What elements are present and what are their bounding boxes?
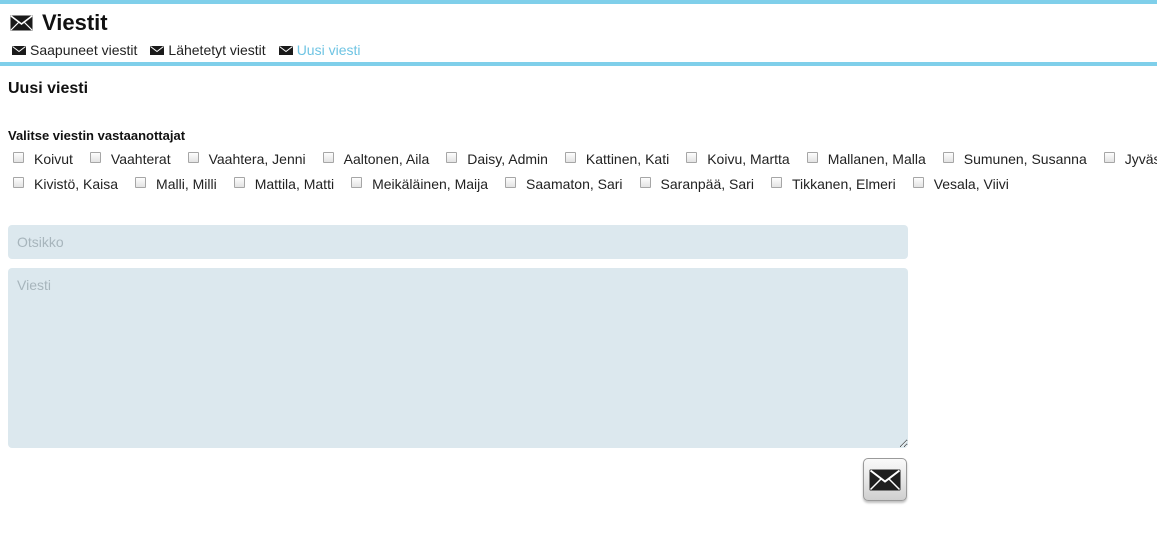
envelope-icon <box>278 45 293 55</box>
recipient-checkbox[interactable] <box>322 151 334 163</box>
nav-sent-label: Lähetetyt viestit <box>168 42 266 58</box>
recipient-name: Mallanen, Malla <box>827 150 926 167</box>
recipient-checkbox[interactable] <box>187 151 199 163</box>
recipient-name: Koivut <box>34 150 73 167</box>
recipient-name: Daisy, Admin <box>467 150 548 167</box>
recipient-option[interactable]: Sumunen, Susanna <box>942 150 1087 167</box>
page-header: Viestit Saapuneet viestit Lähetetyt vies… <box>0 4 1157 62</box>
recipient-checkbox[interactable] <box>89 151 101 163</box>
recipient-checkbox[interactable] <box>13 176 24 188</box>
recipient-option[interactable]: Koivu, Martta <box>686 150 790 167</box>
nav-new-message-link[interactable]: Uusi viesti <box>278 42 361 58</box>
recipient-name: Saamaton, Sari <box>526 175 623 192</box>
recipient-checkbox[interactable] <box>351 176 363 188</box>
recipient-name: Tikkanen, Elmeri <box>791 175 896 192</box>
recipient-checkbox[interactable] <box>770 176 782 188</box>
messages-nav: Saapuneet viestit Lähetetyt viestit Uusi… <box>12 42 373 58</box>
page-title: Viestit <box>42 10 108 35</box>
envelope-icon <box>10 15 33 31</box>
recipient-checkbox[interactable] <box>686 151 698 163</box>
recipient-option[interactable]: Tikkanen, Elmeri <box>770 175 896 192</box>
subject-input[interactable] <box>8 225 908 259</box>
recipient-checkbox[interactable] <box>446 151 458 163</box>
recipient-name: Koivu, Martta <box>707 150 790 167</box>
header-bottom-border <box>0 62 1157 66</box>
recipient-option[interactable]: Daisy, Admin <box>446 151 548 167</box>
recipient-option[interactable]: Vaahterat <box>89 150 171 167</box>
recipient-option[interactable]: Malli, Milli <box>135 176 217 192</box>
nav-inbox-link[interactable]: Saapuneet viestit <box>12 42 137 58</box>
recipient-option[interactable]: Aaltonen, Aila <box>322 150 430 167</box>
recipients-list: Koivut Vaahterat Vaahtera, Jenni Aaltone… <box>13 146 1157 196</box>
recipient-option[interactable]: Koivut <box>13 151 73 167</box>
nav-inbox-label: Saapuneet viestit <box>30 42 138 58</box>
envelope-icon <box>869 469 901 490</box>
send-message-button[interactable] <box>863 458 907 501</box>
section-title: Uusi viesti <box>8 80 89 97</box>
recipient-checkbox[interactable] <box>912 176 924 188</box>
recipient-row: Koivut Vaahterat Vaahtera, Jenni Aaltone… <box>13 146 1157 171</box>
recipient-name: Mattila, Matti <box>254 175 335 192</box>
envelope-icon <box>12 45 26 55</box>
recipient-checkbox[interactable] <box>505 176 517 188</box>
recipient-option[interactable]: Saamaton, Sari <box>505 176 623 192</box>
nav-new-message-label: Uusi viesti <box>296 42 361 58</box>
recipients-label: Valitse viestin vastaanottajat <box>8 128 186 143</box>
recipient-option[interactable]: Vaahtera, Jenni <box>187 150 306 167</box>
recipient-option[interactable]: Mallanen, Malla <box>806 150 926 167</box>
recipient-checkbox[interactable] <box>135 176 147 188</box>
recipient-name: Aaltonen, Aila <box>343 150 430 167</box>
recipient-checkbox[interactable] <box>564 151 576 163</box>
nav-sent-link[interactable]: Lähetetyt viestit <box>150 42 266 58</box>
recipient-checkbox[interactable] <box>1103 151 1115 163</box>
recipient-name: Vaahterat <box>110 150 171 167</box>
recipient-checkbox[interactable] <box>806 151 818 163</box>
recipient-option[interactable]: Mattila, Matti <box>233 175 335 192</box>
recipient-name: Vaahtera, Jenni <box>208 150 306 167</box>
recipient-name: Sumunen, Susanna <box>963 150 1087 167</box>
message-body-textarea[interactable] <box>8 268 908 448</box>
recipient-option[interactable]: Meikäläinen, Maija <box>351 176 488 192</box>
recipient-name: Malli, Milli <box>156 175 217 192</box>
recipient-name: Saranpää, Sari <box>660 175 754 192</box>
recipient-option[interactable]: Saranpää, Sari <box>639 175 754 192</box>
recipient-option[interactable]: Vesala, Viivi <box>912 175 1009 192</box>
recipient-name: Kivistö, Kaisa <box>34 175 119 192</box>
recipient-option[interactable]: Jyväskylä <box>1103 150 1157 167</box>
recipient-option[interactable]: Kattinen, Kati <box>564 150 670 167</box>
envelope-icon <box>150 45 165 55</box>
recipient-row: Kivistö, Kaisa Malli, Milli Mattila, Mat… <box>13 171 1157 196</box>
recipient-name: Meikäläinen, Maija <box>372 175 489 192</box>
recipient-checkbox[interactable] <box>942 151 954 163</box>
recipient-name: Jyväskylä <box>1124 150 1157 167</box>
recipient-checkbox[interactable] <box>233 176 245 188</box>
recipient-checkbox[interactable] <box>639 176 651 188</box>
recipient-name: Vesala, Viivi <box>933 175 1009 192</box>
recipient-name: Kattinen, Kati <box>585 150 670 167</box>
app-title: Viestit <box>10 11 108 35</box>
recipient-option[interactable]: Kivistö, Kaisa <box>13 176 118 192</box>
recipient-checkbox[interactable] <box>13 151 24 163</box>
